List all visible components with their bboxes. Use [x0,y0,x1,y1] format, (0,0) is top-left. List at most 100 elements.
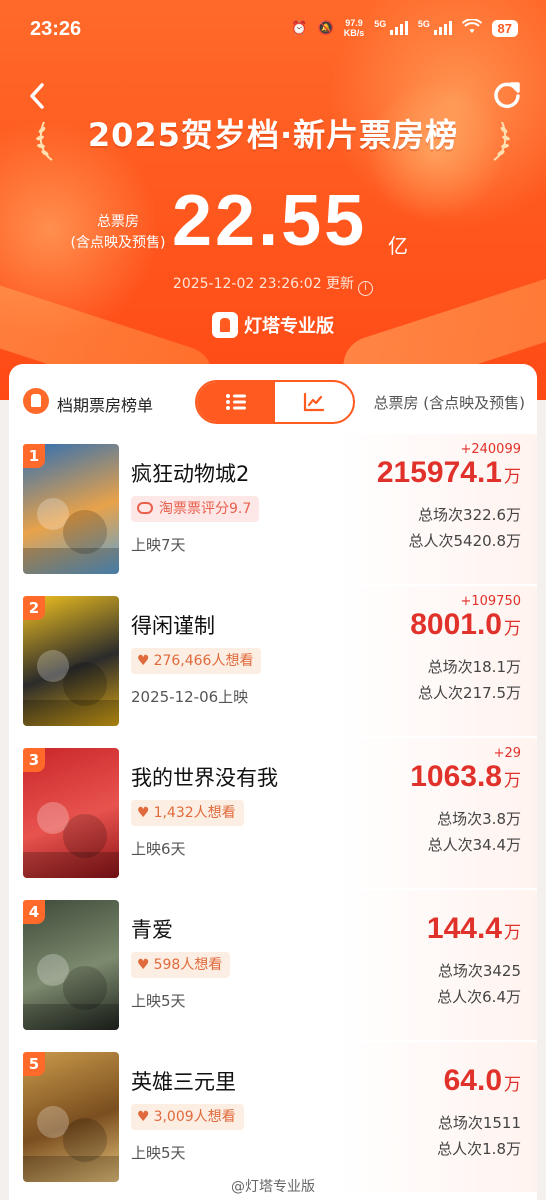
want-to-see-tag: ♥ 1,432人想看 [131,800,244,826]
box-office-value: 215974.1 万 [377,456,521,490]
list-icon [226,394,246,410]
want-to-see-tag: ♥ 3,009人想看 [131,1104,244,1130]
taopiaopiao-icon [137,502,153,514]
heart-icon: ♥ [137,805,150,821]
total-screenings: 总场次3.8万 [437,810,521,828]
movie-row[interactable]: 5 英雄三元里 ♥ 3,009人想看 上映5天 64.0 万 总场次1511 总人次… [9,1042,537,1192]
rank-badge: 2 [23,596,45,620]
release-info: 上映5天 [131,1144,186,1162]
total-label-line2: (含点映及预售) [70,235,166,251]
box-office-unit: 万 [504,1075,521,1094]
signal-bars-icon [389,19,408,35]
update-time-text: 2025-12-02 23:26:02 更新 [172,276,355,292]
movie-title[interactable]: 得闲谨制 [131,610,215,640]
tag-text: 1,432人想看 [153,805,236,821]
total-screenings: 总场次322.6万 [418,506,521,524]
total-admissions: 总人次34.4万 [427,836,521,854]
total-admissions: 总人次217.5万 [418,684,521,702]
movie-title[interactable]: 我的世界没有我 [131,762,278,792]
refresh-icon [494,82,520,109]
rank-badge: 5 [23,1052,45,1076]
release-info: 上映6天 [131,840,186,858]
total-label-line1: 总票房 [97,214,139,230]
card-title: 档期票房榜单 [57,396,154,415]
status-bar: 23:26 ⏰ 🔕 97.9 KB/s 5G 5G 87 [0,0,546,60]
tag-text: 276,466人想看 [153,653,254,669]
box-office-value: 144.4 万 [427,912,521,946]
movie-title[interactable]: 青爱 [131,914,173,944]
movie-row[interactable]: 1 疯狂动物城2 淘票票评分9.7 上映7天 +240099 215974.1 万… [9,434,537,584]
rank-badge: 3 [23,748,45,772]
total-box-label: 总票房 (含点映及预售) [64,212,172,254]
battery-icon: 87 [491,19,518,37]
heart-icon: ♥ [137,957,150,973]
release-info: 上映5天 [131,992,186,1010]
net-speed: 97.9 KB/s [344,18,365,38]
total-screenings: 总场次1511 [437,1114,521,1132]
box-office-card: 档期票房榜单 总票房 (含点映及预售) 1 疯狂动物城2 淘票票评分9.7 上映… [9,364,537,1200]
release-info: 上映7天 [131,536,186,554]
box-office-delta: +240099 [460,442,521,457]
signal-bars-icon [433,19,452,35]
mute-icon: 🔕 [317,20,334,35]
rank-badge: 4 [23,900,45,924]
box-office-number: 215974.1 [376,456,502,489]
movie-row[interactable]: 4 青爱 ♥ 598人想看 上映5天 144.4 万 总场次3425 总人次6.4万 [9,890,537,1040]
box-office-number: 144.4 [426,912,502,945]
rating-tag: 淘票票评分9.7 [131,496,260,522]
chart-view-button[interactable] [275,382,353,422]
movie-title[interactable]: 疯狂动物城2 [131,458,249,488]
card-right-label: 总票房 (含点映及预售) [373,394,525,412]
tag-text: 淘票票评分9.7 [159,501,252,517]
status-time: 23:26 [30,18,82,40]
box-office-unit: 万 [504,619,521,638]
status-icons: ⏰ 🔕 97.9 KB/s 5G 5G 87 [291,17,518,38]
box-office-number: 1063.8 [410,760,502,793]
card-header: 档期票房榜单 总票房 (含点映及预售) [9,364,537,434]
wifi-icon [461,17,482,38]
total-box-unit: 亿 [388,234,408,258]
heart-icon: ♥ [137,1109,150,1125]
info-icon[interactable]: i [358,281,374,296]
lighthouse-icon [23,388,49,414]
tag-text: 598人想看 [153,957,223,973]
box-office-unit: 万 [504,467,521,486]
want-to-see-tag: ♥ 598人想看 [131,952,231,978]
movie-row[interactable]: 3 我的世界没有我 ♥ 1,432人想看 上映6天 +29 1063.8 万 总场次… [9,738,537,888]
want-to-see-tag: ♥ 276,466人想看 [131,648,262,674]
tag-text: 3,009人想看 [153,1109,236,1125]
box-office-unit: 万 [504,771,521,790]
header-banner: 23:26 ⏰ 🔕 97.9 KB/s 5G 5G 87 2025贺岁档·新片票… [0,0,546,400]
total-admissions: 总人次6.4万 [437,988,521,1006]
brand-name: 灯塔专业版 [244,316,334,337]
total-screenings: 总场次3425 [437,962,521,980]
list-view-button[interactable] [197,382,275,422]
total-admissions: 总人次5420.8万 [408,532,522,550]
box-office-value: 1063.8 万 [410,760,521,794]
total-admissions: 总人次1.8万 [437,1140,521,1158]
trend-chart-icon [303,392,325,412]
signal-label: 5G [374,18,387,29]
total-box-value: 22.55 [172,181,368,261]
movie-title[interactable]: 英雄三元里 [131,1066,236,1096]
page-title: 2025贺岁档·新片票房榜 [87,116,459,154]
signal-5g-1: 5G [374,19,408,38]
signal-5g-2: 5G [418,19,452,38]
box-office-value: 8001.0 万 [410,608,521,642]
rank-badge: 1 [23,444,45,468]
movie-row[interactable]: 2 得闲谨制 ♥ 276,466人想看 2025-12-06上映 +109750 … [9,586,537,736]
signal-label: 5G [417,18,430,29]
box-office-delta: +29 [493,746,521,761]
box-office-number: 64.0 [443,1064,502,1097]
box-office-delta: +109750 [460,594,521,609]
brand: 灯塔专业版 [0,312,546,338]
total-screenings: 总场次18.1万 [427,658,521,676]
refresh-button[interactable] [490,78,524,112]
net-speed-value: 97.9 [345,18,363,28]
update-time: 2025-12-02 23:26:02 更新 i [0,273,546,296]
brand-logo-icon [212,312,238,338]
box-office-value: 64.0 万 [444,1064,521,1098]
net-speed-unit: KB/s [343,28,365,38]
alarm-icon: ⏰ [291,20,308,35]
box-office-number: 8001.0 [410,608,502,641]
